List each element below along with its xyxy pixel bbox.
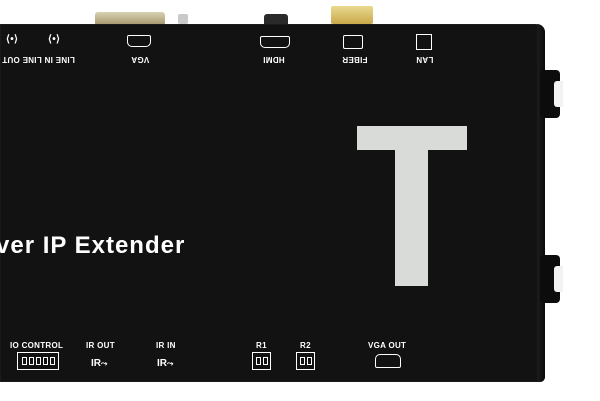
lan-port-icon <box>416 34 432 50</box>
fiber-connector-top <box>331 6 373 24</box>
r1-label: R1 <box>256 341 267 350</box>
ir-out-icon: IR⤳ <box>91 358 108 369</box>
vga-port-icon <box>127 35 151 47</box>
ir-in-label: IR IN <box>156 341 176 350</box>
hdmi-port-icon <box>260 36 290 48</box>
hdmi-connector-top <box>264 14 288 24</box>
line-in-icon: ⟨•⟩ <box>6 34 19 45</box>
io-control-label: IO CONTROL <box>10 341 64 350</box>
small-connector-top <box>178 14 188 24</box>
logo-letter-t: T <box>357 126 467 286</box>
line-in-line-out-label: LINE IN LINE OUT <box>2 55 75 64</box>
mounting-tab-top <box>540 70 563 118</box>
vga-connector-top <box>95 12 165 24</box>
fiber-port-icon <box>343 35 363 49</box>
mounting-tab-bottom <box>540 255 563 303</box>
vga-out-port-icon <box>375 354 401 368</box>
r1-terminal <box>252 352 271 370</box>
ir-out-label: IR OUT <box>86 341 115 350</box>
line-out-icon: ⟨•⟩ <box>48 34 61 45</box>
ir-in-glyph: IR <box>157 358 167 369</box>
hdmi-label: HDMI <box>263 55 285 64</box>
r2-label: R2 <box>300 341 311 350</box>
line-in-label: LINE IN <box>44 55 75 64</box>
lan-label: LAN <box>416 55 434 64</box>
vga-out-label: VGA OUT <box>368 341 407 350</box>
line-out-label: LINE OUT <box>2 55 42 64</box>
fiber-label: FIBER <box>342 55 368 64</box>
ir-out-glyph: IR <box>91 358 101 369</box>
ir-in-icon: IR⤳ <box>157 358 174 369</box>
r2-terminal <box>296 352 315 370</box>
product-title: ver IP Extender <box>0 232 186 259</box>
io-control-terminal <box>17 352 59 370</box>
vga-label: VGA <box>131 55 150 64</box>
